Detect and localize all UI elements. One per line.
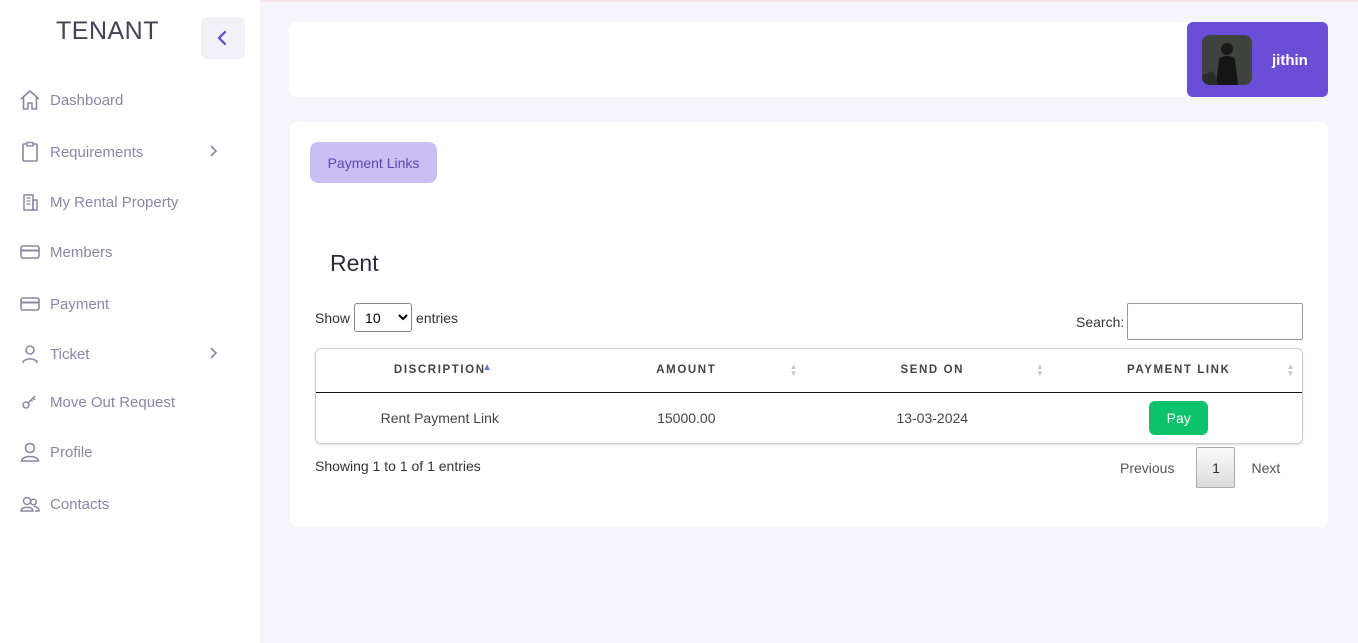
users-icon: [18, 492, 42, 516]
sidebar-item-label: Contacts: [50, 495, 110, 513]
clipboard-icon: [18, 140, 42, 164]
sidebar-item-label: Payment: [50, 295, 110, 313]
column-header-label: DISCRIPTION: [393, 364, 486, 377]
sidebar: TENANT Dashboard Requirements My Rental …: [0, 0, 260, 643]
column-header-label: SEND ON: [900, 364, 965, 377]
sidebar-item-members[interactable]: Members: [18, 238, 238, 266]
section-title: Rent: [330, 250, 379, 276]
avatar: [1202, 35, 1252, 85]
chevron-right-icon: [210, 145, 218, 157]
search-control: Search:: [1076, 303, 1304, 340]
card-icon: [18, 292, 42, 316]
content-card: Payment Links Rent Show 10 entries Searc…: [290, 122, 1328, 527]
column-header-description[interactable]: DISCRIPTION ▲: [316, 349, 564, 393]
key-icon: [18, 390, 42, 414]
sidebar-item-my-rental-property[interactable]: My Rental Property: [18, 188, 238, 216]
sidebar-item-label: Members: [50, 243, 113, 261]
chevron-left-icon: [217, 30, 227, 46]
cell-send-on: 13-03-2024: [809, 392, 1056, 443]
table-row: Rent Payment Link 15000.00 13-03-2024 Pa…: [316, 392, 1302, 443]
sidebar-item-profile[interactable]: Profile: [18, 438, 238, 466]
building-icon: [18, 190, 42, 214]
user-name: jithin: [1272, 52, 1308, 69]
column-header-label: AMOUNT: [656, 364, 717, 377]
payment-links-tab[interactable]: Payment Links: [310, 142, 437, 183]
sidebar-item-ticket[interactable]: Ticket: [18, 340, 238, 368]
pagination: Previous 1 Next: [1120, 447, 1280, 488]
page-size-control: Show 10 entries: [315, 303, 458, 332]
sidebar-item-label: Move Out Request: [50, 393, 176, 411]
cell-description: Rent Payment Link: [316, 392, 564, 443]
page-1-button[interactable]: 1: [1196, 447, 1236, 488]
sidebar-item-move-out-request[interactable]: Move Out Request: [18, 388, 238, 416]
show-label: Show: [315, 309, 351, 326]
brand-title: TENANT: [56, 17, 159, 45]
sidebar-item-label: Ticket: [50, 345, 90, 363]
sidebar-item-label: Requirements: [50, 143, 144, 161]
payment-table: DISCRIPTION ▲ AMOUNT ▲ ▼ SEND ON ▲ ▼ PAYME…: [315, 348, 1303, 444]
sidebar-item-label: Profile: [50, 443, 93, 461]
pay-button[interactable]: Pay: [1149, 400, 1209, 435]
user-menu-button[interactable]: jithin: [1187, 22, 1328, 97]
sort-icon: ▲ ▼: [789, 362, 800, 378]
entries-label: entries: [416, 309, 459, 326]
column-header-amount[interactable]: AMOUNT ▲ ▼: [563, 349, 810, 393]
sidebar-item-label: Dashboard: [50, 91, 124, 109]
next-page-button[interactable]: Next: [1251, 460, 1280, 476]
page-size-select[interactable]: 10: [354, 303, 413, 332]
table-header-row: DISCRIPTION ▲ AMOUNT ▲ ▼ SEND ON ▲ ▼ PAYME…: [316, 349, 1302, 393]
user-icon: [18, 440, 42, 464]
sort-icon: ▲ ▼: [1286, 362, 1296, 378]
sidebar-item-payment[interactable]: Payment: [18, 290, 238, 318]
previous-page-button[interactable]: Previous: [1120, 460, 1174, 476]
sidebar-item-label: My Rental Property: [50, 193, 179, 211]
sidebar-item-dashboard[interactable]: Dashboard: [18, 86, 238, 114]
top-header: [289, 22, 1328, 97]
sort-icon: ▲ ▼: [1035, 362, 1046, 378]
sidebar-item-requirements[interactable]: Requirements: [18, 138, 238, 166]
column-header-send-on[interactable]: SEND ON ▲ ▼: [809, 349, 1056, 393]
column-header-payment-link[interactable]: PAYMENT LINK ▲ ▼: [1055, 349, 1302, 393]
sidebar-collapse-button[interactable]: [201, 17, 245, 59]
cell-amount: 15000.00: [563, 392, 810, 443]
cell-payment-link: Pay: [1055, 392, 1302, 443]
column-header-label: PAYMENT LINK: [1126, 364, 1231, 377]
search-input[interactable]: [1127, 303, 1304, 340]
card-icon: [18, 240, 42, 264]
home-icon: [18, 88, 42, 112]
sort-ascending-icon: ▲: [482, 362, 494, 373]
chevron-right-icon: [210, 347, 218, 359]
sidebar-item-contacts[interactable]: Contacts: [18, 490, 238, 518]
person-icon: [18, 342, 42, 366]
search-label: Search:: [1076, 313, 1125, 330]
table-info: Showing 1 to 1 of 1 entries: [315, 458, 481, 474]
